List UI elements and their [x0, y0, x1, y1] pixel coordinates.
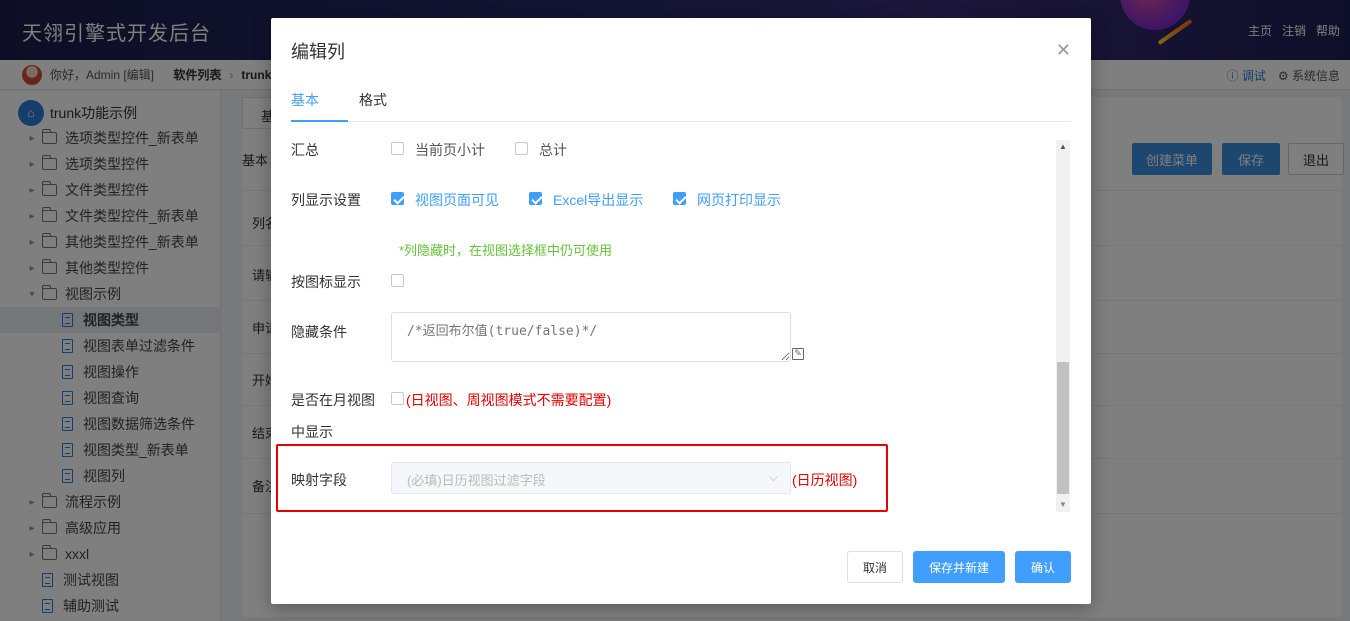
- scroll-down-icon[interactable]: ▼: [1056, 498, 1070, 512]
- web-print-checkbox[interactable]: [673, 192, 686, 205]
- view-visible-checkbox[interactable]: [391, 192, 404, 205]
- cancel-button[interactable]: 取消: [847, 551, 903, 583]
- dialog-scrollbar[interactable]: ▲ ▼: [1056, 140, 1070, 512]
- chevron-down-icon: ⌵: [768, 470, 778, 484]
- grand-total-checkbox[interactable]: [515, 142, 528, 155]
- hide-condition-textarea[interactable]: [391, 312, 791, 362]
- summary-label: 汇总: [291, 142, 319, 158]
- save-and-new-button[interactable]: 保存并新建: [913, 551, 1005, 583]
- page-subtotal-label: 当前页小计: [415, 142, 485, 158]
- dialog-title: 编辑列: [291, 42, 345, 62]
- confirm-button[interactable]: 确认: [1015, 551, 1071, 583]
- excel-export-label: Excel导出显示: [553, 192, 644, 208]
- map-field-note: (日历视图): [792, 472, 858, 488]
- month-view-label-cont: 中显示: [291, 424, 333, 440]
- dialog-tabs: 基本 格式: [291, 88, 1071, 122]
- month-view-note: (日视图、周视图模式不需要配置): [406, 392, 612, 408]
- excel-export-checkbox[interactable]: [529, 192, 542, 205]
- tab-basic[interactable]: 基本: [291, 90, 319, 110]
- dialog-footer: 取消 保存并新建 确认: [847, 551, 1071, 583]
- scroll-up-icon[interactable]: ▲: [1056, 140, 1070, 154]
- view-visible-label: 视图页面可见: [415, 192, 499, 208]
- icon-display-label: 按图标显示: [291, 274, 361, 290]
- edit-column-dialog: 编辑列 ✕ 基本 格式 汇总 当前页小计 总计 列显示设置 视图页面可见 Exc…: [271, 18, 1091, 604]
- map-field-placeholder: (必填)日历视图过滤字段: [407, 473, 546, 488]
- hidden-column-hint: *列隐藏时，在视图选择框中仍可使用: [399, 243, 613, 258]
- hide-condition-label: 隐藏条件: [291, 324, 347, 340]
- display-settings-label: 列显示设置: [291, 192, 361, 208]
- dialog-body: 汇总 当前页小计 总计 列显示设置 视图页面可见 Excel导出显示 网页打印显…: [271, 140, 1071, 512]
- web-print-label: 网页打印显示: [697, 192, 781, 208]
- close-icon[interactable]: ✕: [1056, 40, 1071, 61]
- active-tab-underline: [291, 120, 348, 122]
- tab-format[interactable]: 格式: [359, 90, 387, 110]
- month-view-checkbox[interactable]: [391, 392, 404, 405]
- scroll-thumb[interactable]: [1057, 362, 1069, 494]
- map-field-select[interactable]: (必填)日历视图过滤字段 ⌵: [391, 462, 791, 494]
- icon-display-checkbox[interactable]: [391, 274, 404, 287]
- page-subtotal-checkbox[interactable]: [391, 142, 404, 155]
- edit-icon[interactable]: ✎: [792, 348, 804, 360]
- month-view-label: 是否在月视图: [291, 392, 375, 408]
- map-field-label: 映射字段: [291, 472, 347, 488]
- grand-total-label: 总计: [539, 142, 567, 158]
